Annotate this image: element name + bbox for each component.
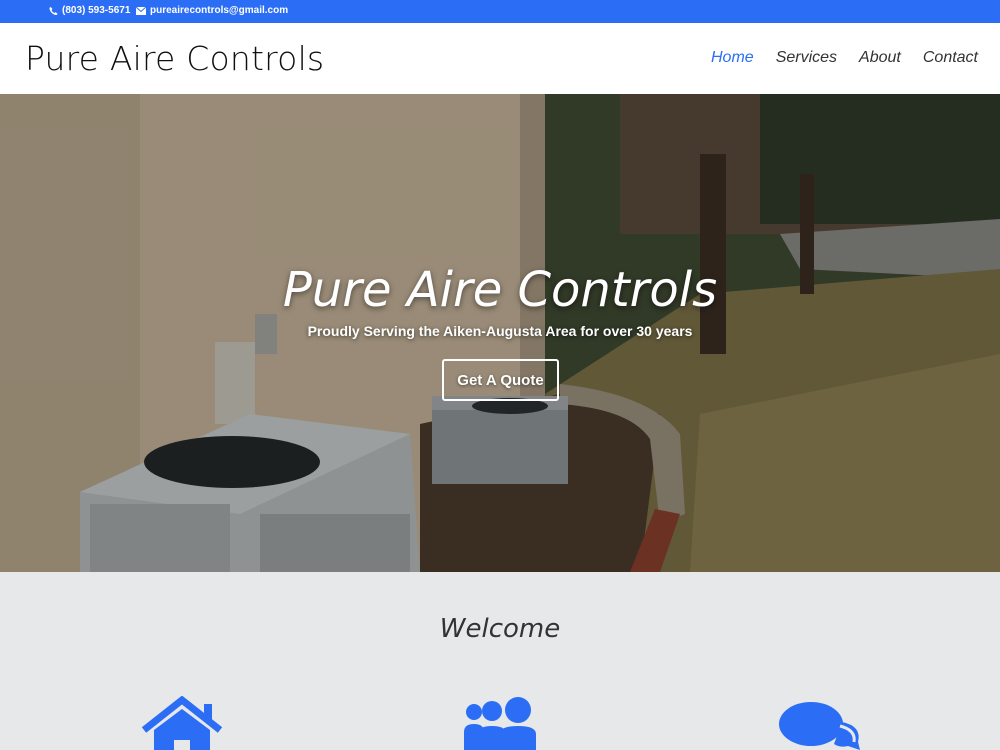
email-link[interactable]: pureairecontrols@gmail.com — [136, 5, 288, 16]
nav-services[interactable]: Services — [776, 49, 837, 67]
welcome-title: Welcome — [439, 614, 561, 644]
nav-home[interactable]: Home — [711, 49, 754, 67]
users-icon — [464, 697, 536, 750]
top-contact-bar: (803) 593-5671 pureairecontrols@gmail.co… — [0, 0, 1000, 23]
hero-subtitle: Proudly Serving the Aiken-Augusta Area f… — [307, 323, 693, 339]
site-header: Pure Aire Controls Home Services About C… — [0, 23, 1000, 94]
hero-title: Pure Aire Controls — [282, 262, 718, 318]
phone-icon — [49, 6, 58, 15]
email-address: pureairecontrols@gmail.com — [150, 5, 289, 16]
home-icon — [141, 696, 223, 750]
main-nav: Home Services About Contact — [711, 49, 978, 67]
chat-icon — [779, 702, 860, 750]
nav-contact[interactable]: Contact — [923, 49, 978, 67]
hero-section: Pure Aire Controls Proudly Serving the A… — [0, 94, 1000, 572]
envelope-icon — [136, 6, 146, 15]
get-quote-button[interactable]: Get A Quote — [442, 359, 559, 401]
nav-about[interactable]: About — [859, 49, 901, 67]
phone-link[interactable]: (803) 593-5671 — [49, 5, 130, 16]
phone-number: (803) 593-5671 — [62, 5, 131, 16]
site-logo[interactable]: Pure Aire Controls — [25, 39, 324, 78]
welcome-section: Welcome — [0, 572, 1000, 750]
